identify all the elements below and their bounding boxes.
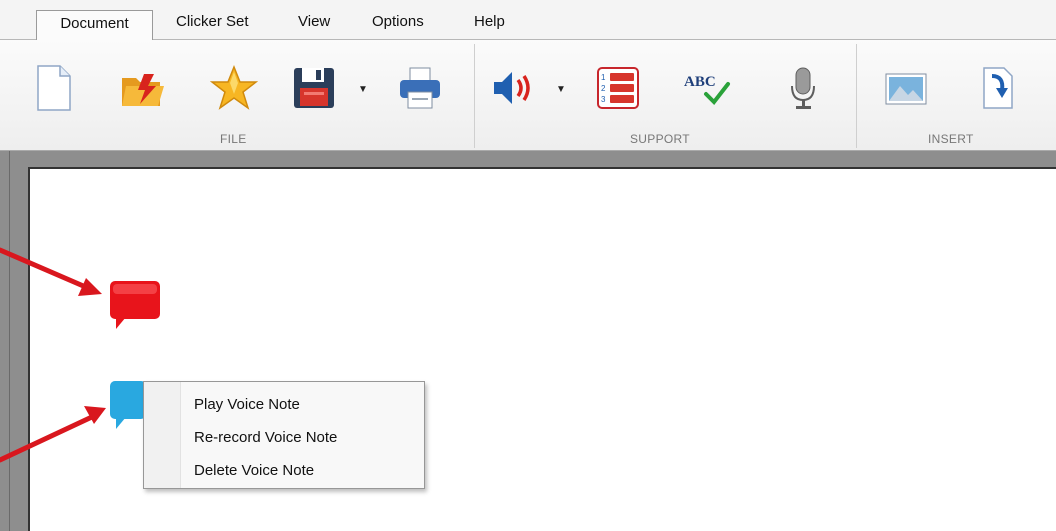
print-button[interactable] [396, 64, 444, 112]
insert-document-button[interactable] [974, 64, 1022, 112]
open-button[interactable] [118, 64, 166, 112]
arrow-to-red-note [0, 247, 91, 291]
insert-picture-button[interactable] [882, 64, 930, 112]
speaker-icon [494, 72, 530, 104]
insert-group-label: INSERT [928, 132, 974, 146]
play-voice-note-menu-item[interactable]: Play Voice Note [194, 396, 300, 413]
speak-button[interactable] [488, 64, 536, 112]
arrow-to-blue-note [0, 413, 97, 463]
picture-icon [885, 73, 927, 105]
menu-tab-document[interactable]: Document [36, 10, 153, 40]
spellcheck-icon: ABC [684, 74, 730, 106]
annotation-arrows [0, 247, 106, 463]
group-separator [474, 44, 475, 148]
menu-tab-view[interactable]: View [298, 10, 330, 34]
new-document-icon [37, 65, 71, 111]
new-document-button[interactable] [30, 64, 78, 112]
record-button[interactable] [780, 64, 828, 112]
menu-tab-options[interactable]: Options [372, 10, 424, 34]
menu-tab-help[interactable]: Help [474, 10, 505, 34]
open-folder-icon [122, 74, 164, 106]
menu-bar: Document Clicker Set View Options Help [0, 0, 1056, 40]
print-icon [400, 67, 440, 109]
save-dropdown-arrow[interactable]: ▼ [358, 84, 368, 95]
numbered-list-icon: 1 2 3 [597, 67, 639, 109]
file-group-label: FILE [220, 132, 247, 146]
svg-text:ABC: ABC [684, 74, 716, 90]
speak-dropdown-arrow[interactable]: ▼ [556, 84, 566, 95]
microphone-icon [791, 67, 815, 109]
context-menu-gutter [144, 382, 181, 488]
menu-tab-clicker-set[interactable]: Clicker Set [176, 10, 249, 34]
support-group-label: SUPPORT [630, 132, 690, 146]
delete-voice-note-menu-item[interactable]: Delete Voice Note [194, 462, 314, 479]
ribbon-toolbar: ▼ FILE ▼ 1 2 3 ABC SUPPORT INSERT [0, 40, 1056, 151]
import-document-icon [983, 67, 1013, 109]
svg-text:2: 2 [601, 84, 606, 93]
favorite-star-icon [210, 64, 258, 110]
numbered-list-button[interactable]: 1 2 3 [594, 64, 642, 112]
rerecord-voice-note-menu-item[interactable]: Re-record Voice Note [194, 429, 337, 446]
favorites-button[interactable] [210, 64, 258, 112]
svg-text:1: 1 [601, 73, 606, 82]
group-separator [856, 44, 857, 148]
svg-text:3: 3 [601, 95, 606, 104]
spellcheck-button[interactable]: ABC [684, 64, 732, 112]
voice-note-context-menu: Play Voice Note Re-record Voice Note Del… [143, 381, 425, 489]
save-button[interactable] [290, 64, 338, 112]
save-disk-icon [294, 68, 334, 108]
